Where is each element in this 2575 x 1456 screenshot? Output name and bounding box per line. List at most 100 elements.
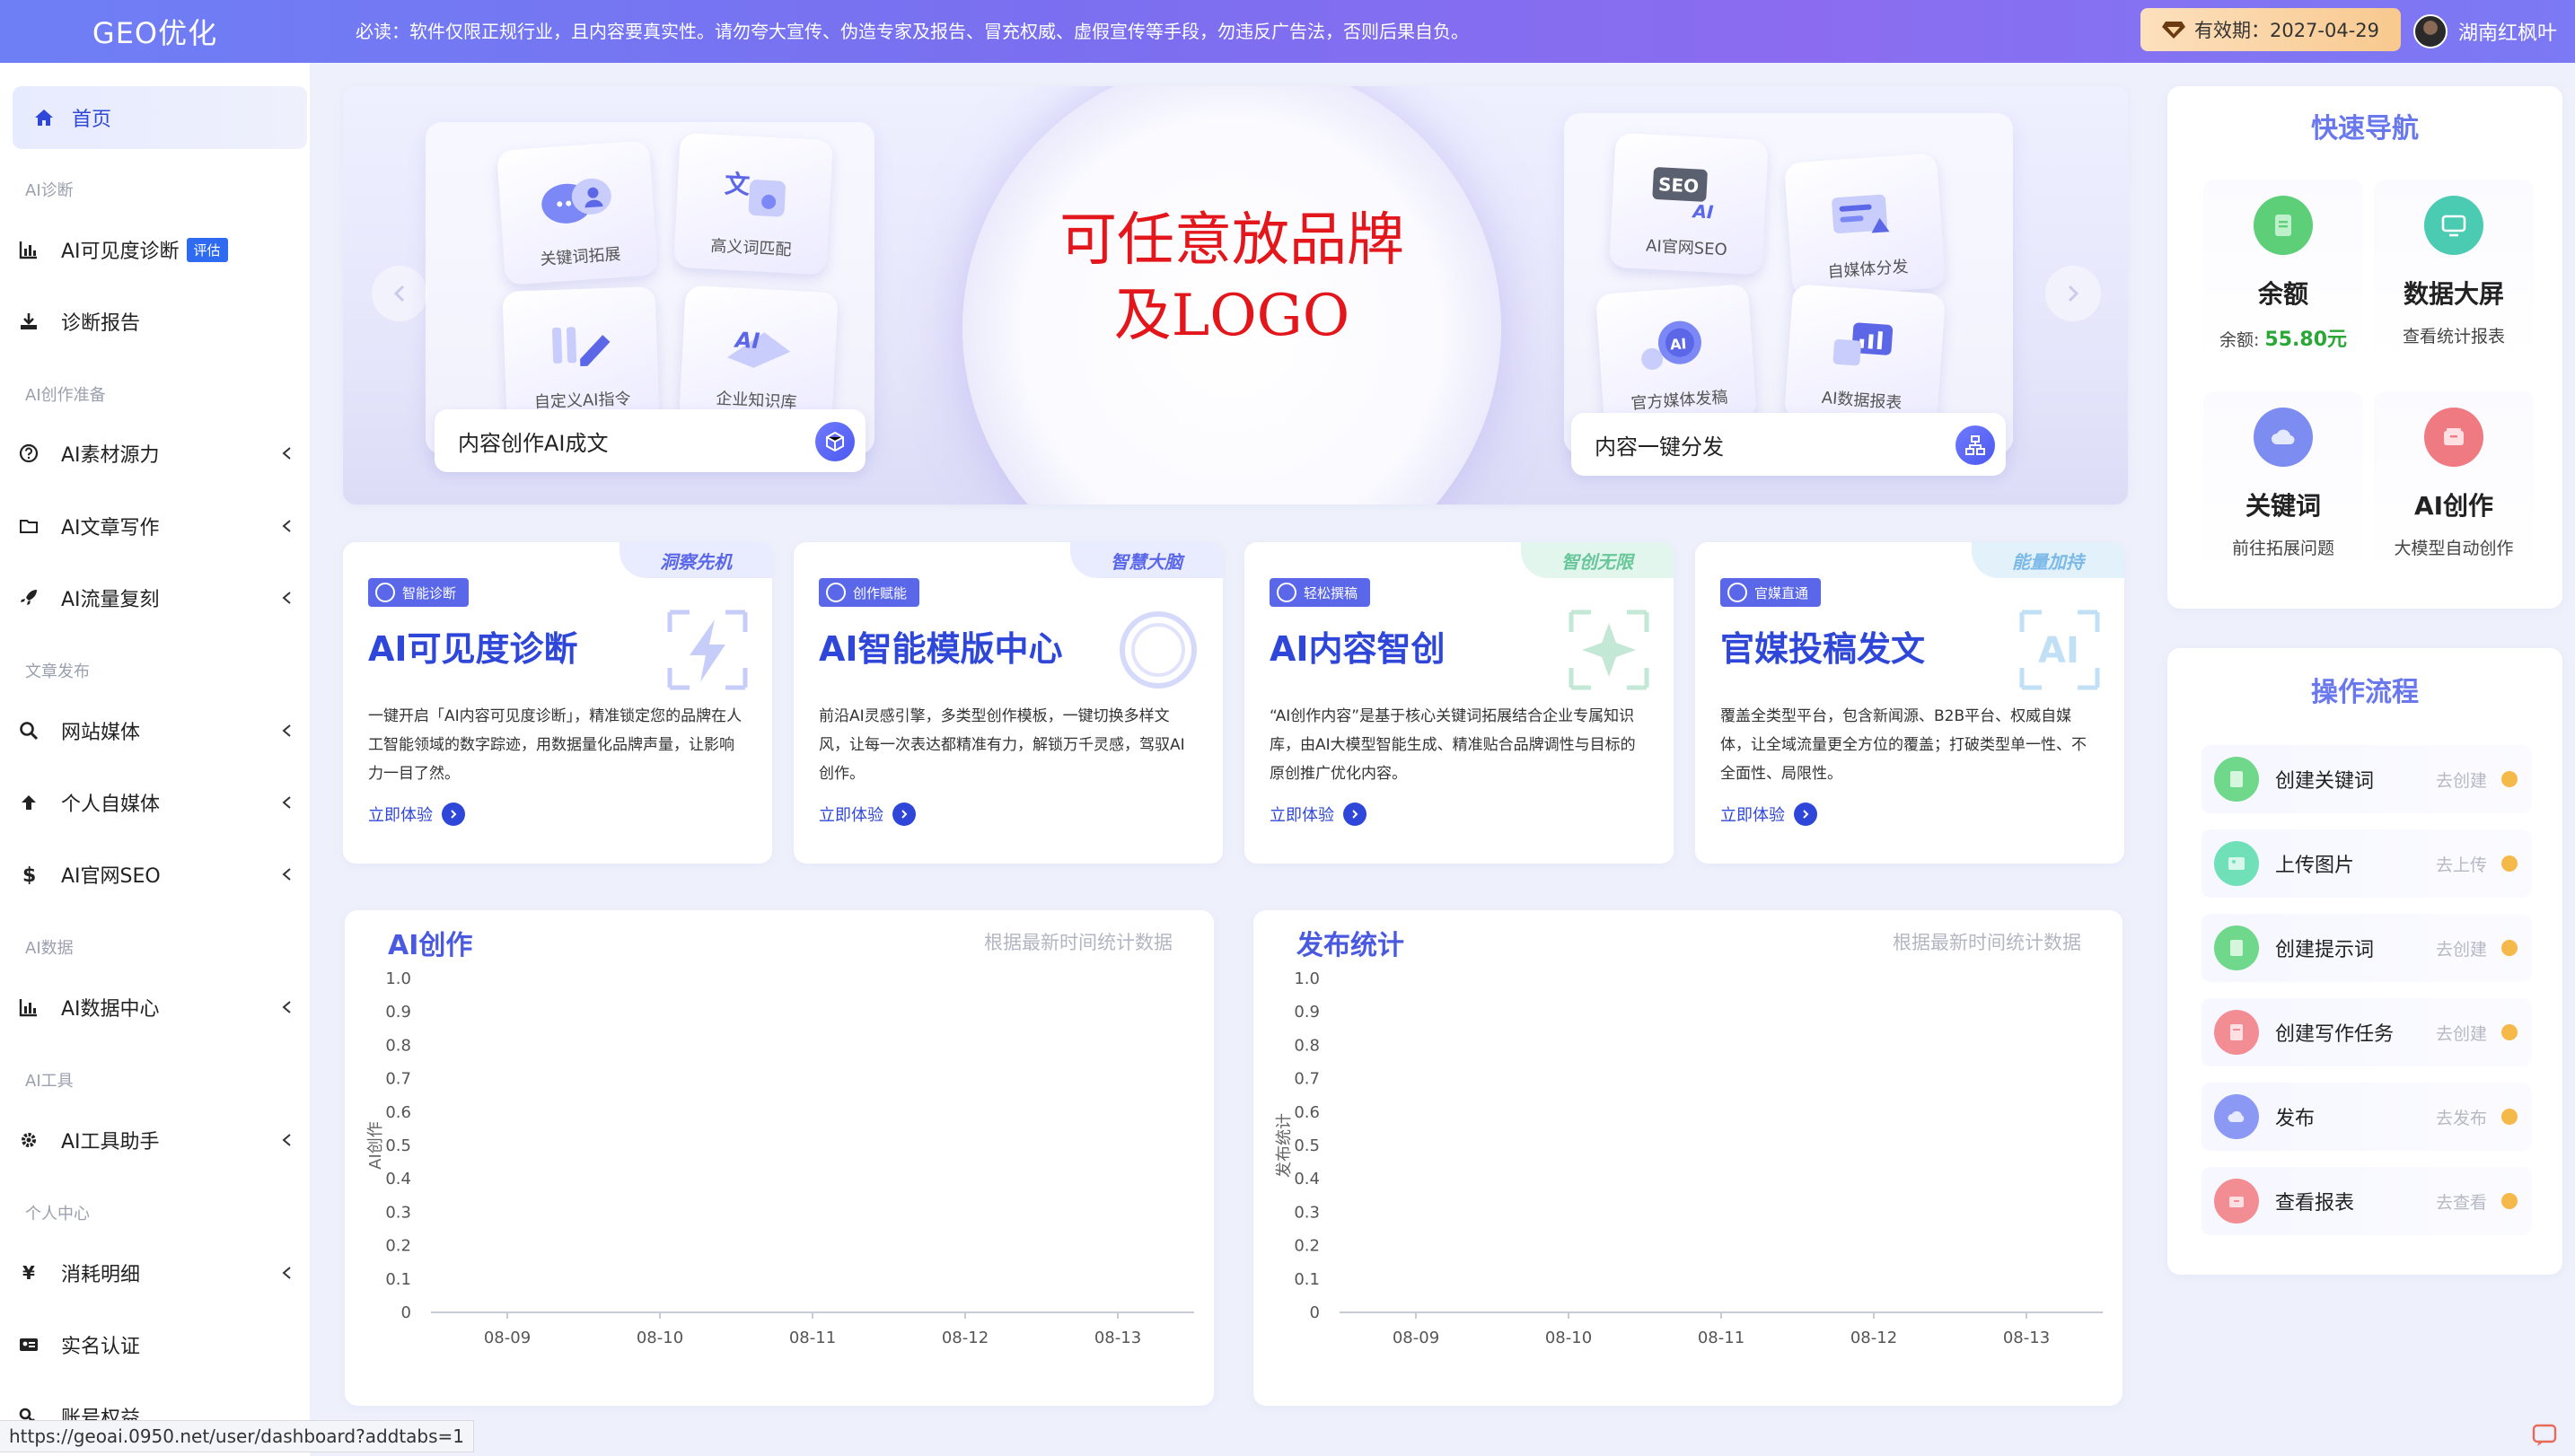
sidebar-item-real-name[interactable]: 实名认证: [0, 1318, 310, 1372]
chevron-left-icon: [282, 868, 291, 881]
feature-card-content-creation[interactable]: 智创无限 轻松撰稿 AI内容智创 “AI创作内容”是基于核心关键词拓展结合企业专…: [1244, 542, 1674, 864]
validity-badge[interactable]: 有效期：2027-04-29: [2140, 8, 2401, 51]
feature-card-visibility[interactable]: 洞察先机 智能诊断 AI可见度诊断 一键开启「AI内容可见度诊断」，精准锁定您的…: [343, 542, 772, 864]
chevron-left-icon: [282, 447, 291, 460]
flow-item-publish[interactable]: 发布 去发布: [2201, 1083, 2532, 1151]
sidebar-item-consumption[interactable]: ¥ 消耗明细: [0, 1246, 310, 1300]
sidebar-item-diagnosis-report[interactable]: 诊断报告: [0, 294, 310, 348]
flow-item-create-keyword[interactable]: 创建关键词 去创建: [2201, 745, 2532, 813]
feature-tag: 智能诊断: [368, 578, 470, 607]
content-creation-bar[interactable]: 内容创作AI成文: [435, 409, 866, 472]
chat-icon[interactable]: [2532, 1424, 2559, 1447]
publish-stats-chart: 0 0.1 0.2 0.3 0.4 0.5 0.6 0.7 0.8 0.9 1.0 08-09 08-1…: [1275, 969, 2103, 1347]
card-official-media[interactable]: AI 官方媒体发稿: [1595, 284, 1758, 429]
flow-item-upload-image[interactable]: 上传图片 去上传: [2201, 829, 2532, 898]
quick-nav-data-screen[interactable]: 数据大屏 查看统计报表: [2374, 180, 2534, 368]
card-semantic-match[interactable]: 文 高义词匹配: [673, 132, 833, 276]
notice-text: 必读：软件仅限正规行业，且内容要真实性。请勿夸大宣传、伪造专家及报告、冒充权威、…: [356, 21, 1469, 42]
y-tick-label: 0.6: [385, 1103, 411, 1122]
sidebar-item-self-media[interactable]: 个人自媒体: [0, 776, 310, 829]
flow-item-create-prompt[interactable]: 创建提示词 去创建: [2201, 914, 2532, 982]
quick-nav-keyword[interactable]: 关键词 前往拓展问题: [2203, 391, 2363, 580]
status-dot: [2501, 940, 2518, 956]
card-knowledge-base[interactable]: AI 企业知识库: [679, 285, 839, 428]
chevron-left-icon: [282, 724, 291, 737]
flow-item-action[interactable]: 去创建: [2436, 1021, 2487, 1045]
assess-badge: 评估: [186, 237, 228, 262]
sidebar-item-label: AI流量复刻: [61, 589, 160, 611]
sidebar-item-label: AI可见度诊断: [61, 241, 180, 263]
top-bar: GEO优化 必读：软件仅限正规行业，且内容要真实性。请勿夸大宣传、伪造专家及报告…: [0, 0, 2575, 63]
y-tick-label: 0.9: [1294, 1003, 1320, 1022]
y-tick-label: 0.3: [385, 1203, 411, 1222]
section-title: AI数据: [25, 939, 74, 958]
flow-item-action[interactable]: 去创建: [2436, 767, 2487, 792]
x-tick-label: 08-13: [1094, 1329, 1141, 1347]
task-icon: [2214, 1010, 2259, 1055]
feature-title: AI内容智创: [1270, 629, 1446, 669]
status-dot: [2501, 1193, 2518, 1209]
card-website-seo[interactable]: SEO AI AI官网SEO: [1609, 132, 1769, 276]
y-tick-label: 0.1: [1294, 1270, 1320, 1289]
content-creation-group: 关键词拓展 文 高义词匹配 自定义AI指令 AI 企业知识库 内容创作AI成文: [426, 113, 892, 499]
card-custom-ai-command[interactable]: 自定义AI指令: [502, 286, 660, 426]
chart-panel-publish-stats: 发布统计 根据最新时间统计数据 0 0.1 0.2 0.3 0.4 0.5 0.6 0.7 0.…: [1253, 910, 2122, 1406]
sidebar-item-home[interactable]: 首页: [13, 86, 307, 149]
card-keyword-expand[interactable]: 关键词拓展: [496, 140, 659, 285]
feature-description: 覆盖全类型平台，包含新闻源、B2B平台、权威自媒体，让全域流量更全方位的覆盖；打…: [1720, 707, 2087, 783]
link-text: 立即体验: [368, 806, 433, 825]
content-distribution-group: SEO AI AI官网SEO 自媒体分发 AI 官方媒体发稿 AI数据报表 内容一…: [1564, 113, 2031, 499]
flow-item-action[interactable]: 去发布: [2436, 1105, 2487, 1129]
search-icon: [20, 722, 39, 741]
sidebar-item-website-media[interactable]: 网站媒体: [0, 704, 310, 758]
yen-icon: ¥: [22, 1263, 35, 1283]
carousel-prev-button[interactable]: [372, 266, 427, 321]
flow-item-view-report[interactable]: 查看报表 去查看: [2201, 1167, 2532, 1235]
y-axis-label: AI创作: [366, 1121, 385, 1170]
try-now-link[interactable]: 立即体验: [368, 803, 465, 826]
gear-icon: [22, 1133, 36, 1147]
refresh-icon: [1277, 583, 1296, 602]
quick-nav-ai-creation[interactable]: AI创作 大模型自动创作: [2374, 391, 2534, 580]
brand-logo[interactable]: GEO优化: [0, 0, 310, 63]
sidebar-item-ai-tools[interactable]: AI工具助手: [0, 1113, 310, 1167]
y-axis-label: 发布统计: [1275, 1113, 1294, 1178]
card-data-report[interactable]: AI数据报表: [1783, 284, 1947, 429]
user-menu[interactable]: 湖南红枫叶: [2413, 9, 2557, 54]
feature-title: 官媒投稿发文: [1720, 629, 1926, 669]
flow-item-action[interactable]: 去创建: [2436, 936, 2487, 960]
y-tick-label: 0.8: [1294, 1036, 1320, 1055]
sidebar-item-label: AI文章写作: [61, 517, 160, 539]
x-tick-label: 08-09: [484, 1329, 531, 1347]
chevron-left-icon: [282, 1134, 291, 1146]
sidebar-item-traffic-copy[interactable]: AI流量复刻: [0, 571, 310, 625]
refresh-icon: [375, 583, 395, 602]
sidebar-item-label: AI数据中心: [61, 998, 160, 1021]
flow-item-create-writing-task[interactable]: 创建写作任务 去创建: [2201, 998, 2532, 1066]
quick-nav-balance[interactable]: 余额 余额: 55.80元: [2203, 180, 2363, 368]
try-now-link[interactable]: 立即体验: [1270, 803, 1367, 826]
status-dot: [2501, 855, 2518, 872]
try-now-link[interactable]: 立即体验: [819, 803, 916, 826]
sidebar-item-article-writing[interactable]: AI文章写作: [0, 499, 310, 553]
feature-card-template-center[interactable]: 智慧大脑 创作赋能 AI智能模版中心 前沿AI灵感引擎，多类型创作模板，一键切换…: [794, 542, 1223, 864]
quick-nav-sub: 查看统计报表: [2402, 327, 2505, 346]
sidebar-item-material[interactable]: AI素材源力: [0, 426, 310, 480]
feature-corner: 能量加持: [1972, 542, 2124, 578]
quick-nav-panel: 快速导航 余额 余额: 55.80元 数据大屏 查看统计报表 关键词 前往拓展问…: [2167, 86, 2562, 609]
sidebar-item-visibility-diagnosis[interactable]: AI可见度诊断 评估: [0, 223, 310, 276]
card-self-media[interactable]: 自媒体分发: [1783, 153, 1947, 298]
seo-icon: SEO AI: [1652, 167, 1715, 223]
content-distribution-bar[interactable]: 内容一键分发: [1571, 413, 2006, 476]
carousel-next-button[interactable]: [2045, 266, 2101, 321]
sidebar-item-data-center[interactable]: AI数据中心: [0, 980, 310, 1034]
flow-item-action[interactable]: 去查看: [2436, 1189, 2487, 1214]
sidebar-item-website-seo[interactable]: $ AI官网SEO: [0, 847, 310, 901]
sidebar-item-label: 实名认证: [61, 1336, 141, 1358]
feature-description: “AI创作内容”是基于核心关键词拓展结合企业专属知识库，由AI大模型智能生成、精…: [1270, 707, 1636, 783]
chevron-left-icon: [282, 1267, 291, 1279]
flow-item-action[interactable]: 去上传: [2436, 852, 2487, 876]
feature-card-official-media[interactable]: 能量加持 官媒直通 AI 官媒投稿发文 覆盖全类型平台，包含新闻源、B2B平台、…: [1695, 542, 2124, 864]
try-now-link[interactable]: 立即体验: [1720, 803, 1817, 826]
feature-title: AI智能模版中心: [819, 629, 1063, 669]
